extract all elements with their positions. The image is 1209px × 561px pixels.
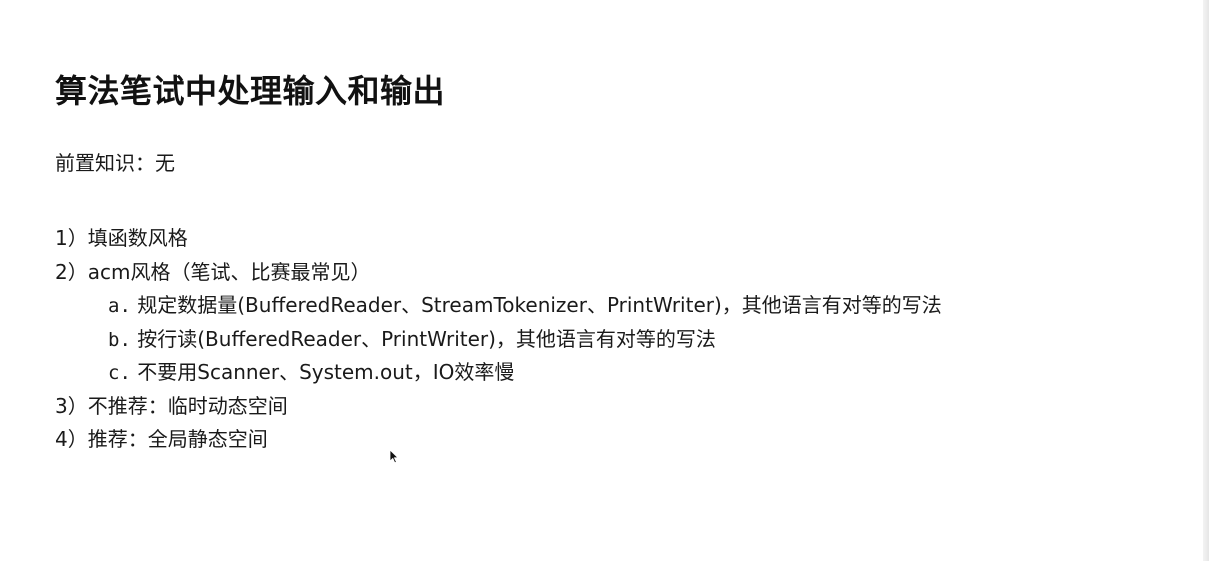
list-item: 1）填函数风格: [55, 222, 942, 256]
sub-item-text: 不要用Scanner、System.out，IO效率慢: [137, 360, 515, 384]
page-title: 算法笔试中处理输入和输出: [55, 72, 446, 110]
list-item-text: 不推荐：临时动态空间: [87, 393, 288, 418]
list-item-number: 1）: [55, 226, 88, 250]
sub-item-marker: c.: [108, 362, 131, 384]
list-item-text: 填函数风格: [87, 226, 188, 250]
list-item-number: 3）: [55, 393, 88, 418]
list-item-text: 推荐：全局静态空间: [87, 427, 268, 451]
sub-list-item: a. 规定数据量(BufferedReader、StreamTokenizer、…: [55, 289, 942, 323]
list-item-number: 2）: [55, 259, 88, 284]
sub-item-text: 规定数据量(BufferedReader、StreamTokenizer、Pri…: [137, 293, 942, 317]
prerequisite-text: 前置知识：无: [55, 151, 175, 175]
list-item: 2）acm风格（笔试、比赛最常见）: [55, 256, 942, 290]
sub-item-text: 按行读(BufferedReader、PrintWriter)，其他语言有对等的…: [137, 326, 716, 351]
content-list: 1）填函数风格 2）acm风格（笔试、比赛最常见） a. 规定数据量(Buffe…: [55, 222, 942, 457]
window-edge: [1203, 0, 1209, 561]
sub-item-marker: b.: [108, 328, 131, 351]
sub-list-item: c. 不要用Scanner、System.out，IO效率慢: [55, 356, 942, 390]
sub-list-item: b. 按行读(BufferedReader、PrintWriter)，其他语言有…: [55, 323, 942, 357]
list-item-number: 4）: [55, 427, 88, 451]
mouse-pointer-icon: [389, 449, 399, 464]
sub-item-marker: a.: [108, 295, 131, 317]
list-item: 4）推荐：全局静态空间: [55, 423, 942, 457]
slide: 算法笔试中处理输入和输出 前置知识：无 1）填函数风格 2）acm风格（笔试、比…: [0, 0, 1209, 561]
list-item: 3）不推荐：临时动态空间: [55, 390, 942, 424]
list-item-text: acm风格（笔试、比赛最常见）: [87, 259, 371, 284]
